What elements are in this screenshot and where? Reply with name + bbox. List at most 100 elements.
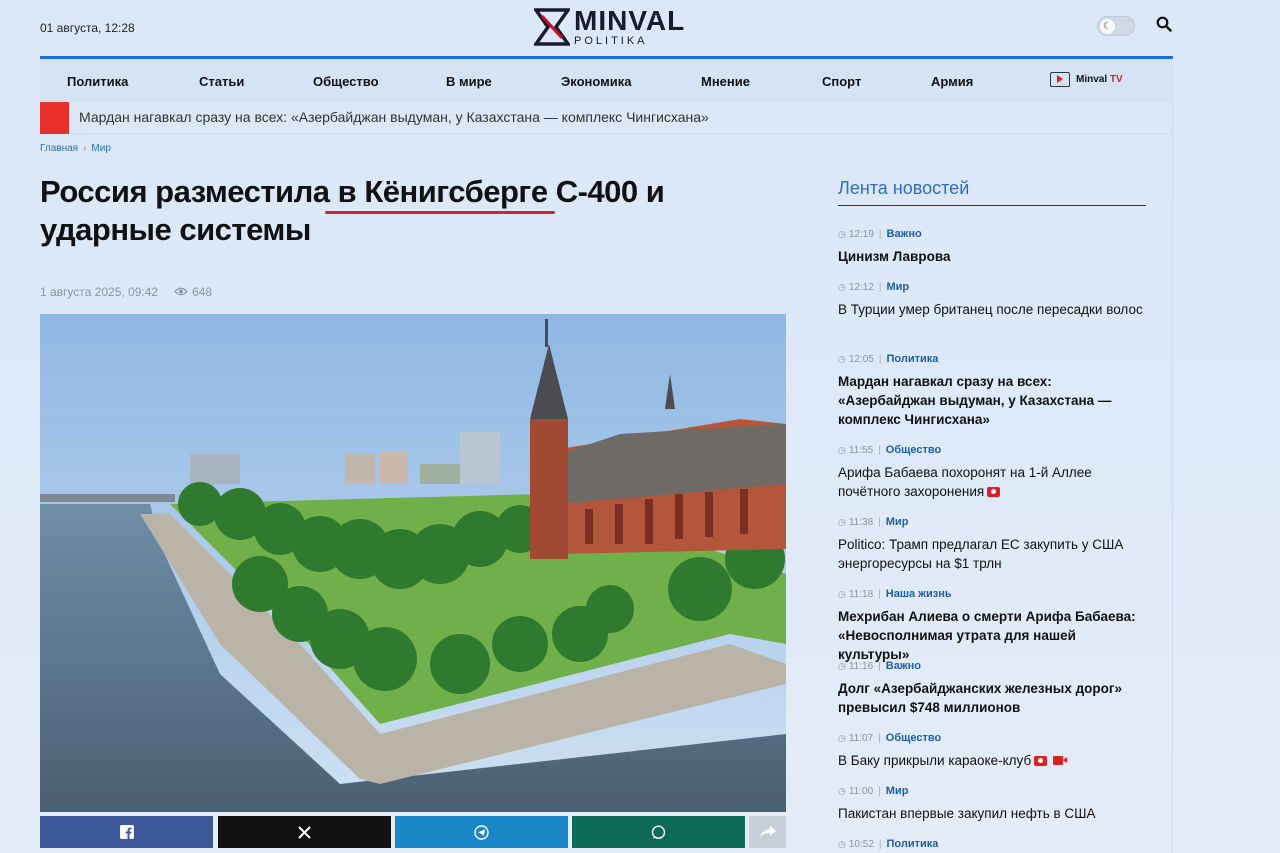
- camera-icon: [987, 487, 1001, 497]
- clock-icon: ◷: [838, 228, 846, 239]
- logo-mark-icon: [534, 8, 570, 46]
- nav-item-opinion[interactable]: Мнение: [701, 74, 750, 89]
- news-time: 11:18: [848, 588, 874, 600]
- share-facebook-button[interactable]: [40, 816, 213, 848]
- clock-icon: ◷: [838, 588, 846, 599]
- tv-icon: [1050, 72, 1070, 87]
- breadcrumb: Главная › Мир: [40, 143, 111, 154]
- nav-item-articles[interactable]: Статьи: [199, 74, 244, 89]
- nav-item-world[interactable]: В мире: [446, 74, 492, 89]
- sidebar-border: [1172, 102, 1173, 853]
- news-item[interactable]: ◷ 11:18 | Наша жизнь Мехрибан Алиева о смер…: [838, 587, 1148, 664]
- clock-icon: ◷: [838, 785, 846, 796]
- news-time: 11:55: [848, 444, 874, 456]
- breadcrumb-home[interactable]: Главная: [40, 143, 78, 154]
- news-category[interactable]: Мир: [886, 785, 909, 797]
- whatsapp-icon: [651, 824, 666, 839]
- news-time: 11:16: [848, 660, 874, 672]
- news-title[interactable]: В Баку прикрыли караоке-клуб: [838, 753, 1031, 768]
- video-icon: [1053, 756, 1068, 765]
- news-category[interactable]: Политика: [887, 353, 939, 365]
- news-title[interactable]: Мардан нагавкал сразу на всех: «Азербайд…: [838, 372, 1148, 429]
- news-title[interactable]: Цинизм Лаврова: [838, 247, 1148, 266]
- ticker-link[interactable]: Мардан нагавкал сразу на всех: «Азербайд…: [79, 109, 709, 125]
- article-hero-image: [40, 314, 786, 812]
- nav-item-politics[interactable]: Политика: [67, 74, 128, 89]
- search-icon[interactable]: [1156, 16, 1174, 34]
- news-category[interactable]: Наша жизнь: [886, 588, 952, 600]
- news-category[interactable]: Важно: [887, 228, 922, 240]
- news-time: 12:19: [848, 228, 874, 240]
- news-ticker: Мардан нагавкал сразу на всех: «Азербайд…: [40, 102, 1173, 134]
- news-item[interactable]: ◷ 11:55 | Общество Арифа Бабаева похоронят …: [838, 443, 1148, 501]
- share-more-button[interactable]: [749, 816, 786, 848]
- news-category[interactable]: Мир: [887, 281, 910, 293]
- news-category[interactable]: Мир: [886, 516, 909, 528]
- chevron-right-icon: ›: [83, 143, 87, 154]
- logo-title: MINVAL: [574, 5, 686, 36]
- site-logo[interactable]: MINVAL POLITIKA: [534, 4, 684, 50]
- news-title[interactable]: Арифа Бабаева похоронят на 1-й Аллее поч…: [838, 465, 1092, 499]
- nav-item-economy[interactable]: Экономика: [561, 74, 632, 89]
- news-category[interactable]: Общество: [886, 732, 941, 744]
- eye-icon: [174, 285, 188, 299]
- share-whatsapp-button[interactable]: [572, 816, 745, 848]
- news-category[interactable]: Общество: [886, 444, 941, 456]
- article-views: 648: [192, 285, 213, 299]
- news-item[interactable]: ◷ 11:00 | Мир Пакистан впервые закупил нефт…: [838, 784, 1148, 823]
- news-time: 12:05: [848, 353, 874, 365]
- breadcrumb-world[interactable]: Мир: [91, 143, 110, 154]
- spellcheck-underline: [325, 211, 555, 214]
- moon-icon: ☾: [1100, 19, 1115, 34]
- clock-icon: ◷: [838, 660, 846, 671]
- news-title[interactable]: В Турции умер британец после пересадки в…: [838, 300, 1148, 319]
- news-feed-title[interactable]: Лента новостей: [838, 178, 969, 199]
- nav-item-sport[interactable]: Спорт: [822, 74, 861, 89]
- article-date: 1 августа 2025, 09:42: [40, 285, 159, 299]
- clock-icon: ◷: [838, 353, 846, 364]
- news-title[interactable]: Пакистан впервые закупил нефть в США: [838, 804, 1148, 823]
- facebook-icon: [119, 825, 134, 839]
- article-meta: 1 августа 2025, 09:42 648: [40, 285, 212, 299]
- top-bar: 01 августа, 12:28 MINVAL POLITIKA ☾: [0, 0, 1280, 56]
- news-time: 11:07: [848, 732, 874, 744]
- clock-icon: ◷: [838, 732, 846, 743]
- news-item[interactable]: ◷ 11:38 | Мир Politico: Трамп предлагал ЕС …: [838, 515, 1148, 573]
- news-time: 12:12: [848, 281, 874, 293]
- news-item[interactable]: ◷ 12:05 | Политика Мардан нагавкал сразу на…: [838, 352, 1148, 429]
- feed-divider: [838, 205, 1146, 206]
- share-icon: [759, 826, 776, 838]
- news-time: 11:38: [848, 516, 874, 528]
- clock-icon: ◷: [838, 838, 846, 849]
- clock-icon: ◷: [838, 444, 846, 455]
- news-title[interactable]: Politico: Трамп предлагал ЕС закупить у …: [838, 535, 1148, 573]
- tv-label: Minval: [1076, 74, 1108, 85]
- news-item[interactable]: ◷ 10:52 | Политика: [838, 837, 1148, 851]
- clock-icon: ◷: [838, 281, 846, 292]
- nav-item-minval-tv[interactable]: Minval TV: [1050, 72, 1123, 87]
- clock-icon: ◷: [838, 516, 846, 527]
- nav-item-army[interactable]: Армия: [931, 74, 973, 89]
- news-time: 10:52: [848, 838, 874, 850]
- news-category[interactable]: Политика: [887, 838, 939, 850]
- share-telegram-button[interactable]: [395, 816, 568, 848]
- camera-icon: [1034, 756, 1048, 766]
- tv-suffix: TV: [1109, 74, 1123, 85]
- news-title[interactable]: Долг «Азербайджанских железных дорог» пр…: [838, 679, 1148, 717]
- news-item[interactable]: ◷ 11:16 | Важно Долг «Азербайджанских желез…: [838, 659, 1148, 717]
- news-item[interactable]: ◷ 12:19 | Важно Цинизм Лаврова: [838, 227, 1148, 266]
- telegram-icon: [474, 824, 489, 840]
- x-icon: [298, 825, 311, 839]
- news-item[interactable]: ◷ 11:07 | Общество В Баку прикрыли караоке-…: [838, 731, 1148, 770]
- theme-toggle[interactable]: ☾: [1097, 16, 1135, 36]
- share-x-button[interactable]: [218, 816, 391, 848]
- ticker-marker: [40, 102, 69, 134]
- news-time: 11:00: [848, 785, 874, 797]
- current-date: 01 августа, 12:28: [40, 21, 135, 35]
- nav-item-society[interactable]: Общество: [313, 74, 379, 89]
- news-category[interactable]: Важно: [886, 660, 921, 672]
- news-item[interactable]: ◷ 12:12 | Мир В Турции умер британец после …: [838, 280, 1148, 319]
- news-title[interactable]: Мехрибан Алиева о смерти Арифа Бабаева: …: [838, 607, 1148, 664]
- logo-subtitle: POLITIKA: [574, 35, 648, 47]
- main-nav: Политика Статьи Общество В мире Экономик…: [40, 56, 1173, 102]
